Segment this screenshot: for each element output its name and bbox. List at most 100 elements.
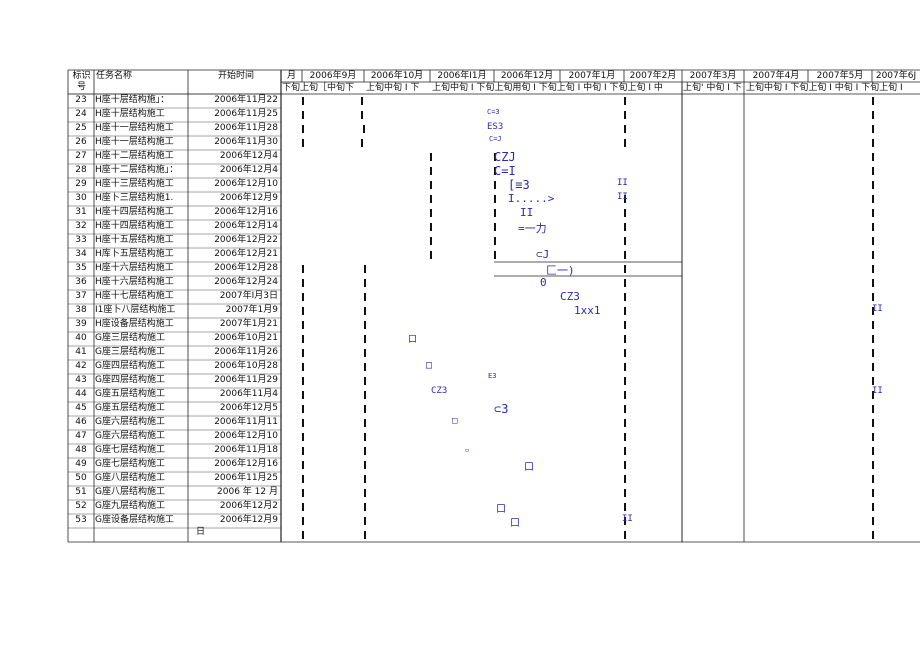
timeline-tick (872, 405, 874, 413)
task-id: 39 (75, 319, 87, 329)
month-header: 2007年4月 (752, 71, 800, 81)
task-id: 50 (75, 473, 87, 483)
gantt-bar-mark: E3 (488, 372, 497, 380)
timeline-tick (872, 363, 874, 371)
month-header: 2007年1月 (568, 71, 616, 81)
task-id: 52 (75, 501, 87, 511)
timeline-tick (302, 391, 304, 399)
task-name: H座十二层结构施」： (95, 165, 179, 175)
task-start: 2006年12月24 (214, 277, 278, 287)
task-start: 2006年12月10 (214, 431, 278, 441)
subheader-label: 上旬中旬 I 下旬上旬 I 中旬 I 下旬上旬 I (746, 83, 903, 93)
gantt-bar-mark: 口 (496, 504, 506, 515)
task-name: G座八层结构施工 (95, 487, 165, 497)
timeline-tick (302, 363, 304, 371)
timeline-tick (494, 223, 496, 231)
task-start: 2006年11月28 (214, 123, 278, 133)
timeline-tick (624, 265, 626, 273)
timeline-tick (364, 433, 366, 441)
task-start: 2006年11月11 (214, 417, 278, 427)
task-start: 2006年12月4 (219, 151, 278, 161)
task-name: H座十层结构施工 (95, 109, 165, 119)
timeline-tick (624, 405, 626, 413)
subheader-label: 上旬中旬 I 下旬上旬用旬 I 下旬上旬 I 中旬 I 下旬上旬 I 中 (432, 83, 663, 93)
timeline-tick (624, 363, 626, 371)
task-start: 2006年12月28 (214, 263, 278, 273)
gantt-bar-mark: 口 (510, 518, 520, 529)
gantt-bar-mark: 匚一) (546, 264, 575, 277)
task-id: 48 (75, 445, 87, 455)
task-id: 36 (75, 277, 87, 287)
gantt-bar-mark: 0 (540, 276, 547, 289)
task-name: G座九层结构施工 (95, 501, 165, 511)
timeline-tick (624, 251, 626, 259)
task-start: 2006年11月4 (219, 389, 278, 399)
timeline-tick (624, 139, 626, 147)
task-name: H座十六层结构施工 (95, 263, 174, 273)
gantt-bar-mark: I.....> (508, 192, 555, 205)
gantt-bar-mark: II (622, 514, 633, 524)
task-start: 2007年1月9 (225, 305, 278, 315)
task-id: 27 (75, 151, 87, 161)
timeline-tick (430, 181, 432, 189)
timeline-tick (872, 419, 874, 427)
task-name: I1座卜八层结构施工 (95, 305, 176, 315)
timeline-tick (302, 377, 304, 385)
timeline-tick (364, 503, 366, 511)
task-id: 49 (75, 459, 87, 469)
timeline-tick (364, 321, 366, 329)
timeline-tick (364, 279, 366, 287)
timeline-tick (872, 503, 874, 511)
timeline-tick (872, 293, 874, 301)
timeline-tick (364, 419, 366, 427)
timeline-tick (624, 503, 626, 511)
gantt-bar-mark: ⊂J (536, 248, 550, 261)
timeline-tick (872, 265, 874, 273)
timeline-tick (302, 503, 304, 511)
task-start: 2006年12月10 (214, 179, 278, 189)
timeline-tick (302, 349, 304, 357)
task-start: 2006年11月25 (214, 109, 278, 119)
timeline-tick (302, 125, 304, 133)
timeline-tick (302, 461, 304, 469)
timeline-tick (430, 251, 432, 259)
timeline-tick (872, 97, 874, 105)
timeline-tick (494, 251, 496, 259)
task-name: G座四层结构施工 (95, 375, 165, 385)
timeline-tick (364, 349, 366, 357)
gantt-bar-mark: CZ3 (431, 386, 448, 396)
task-start: 2006年11月22 (214, 95, 278, 105)
task-start: 2006年11月25 (214, 473, 278, 483)
gantt-bar-mark: C=J (489, 135, 502, 143)
timeline-tick (624, 461, 626, 469)
gantt-bar-mark: II (872, 386, 883, 396)
task-start: 2006年12月16 (214, 207, 278, 217)
timeline-tick (872, 279, 874, 287)
task-id: 32 (75, 221, 87, 231)
trailing-char: 日 (196, 527, 206, 537)
task-name: G座六层结构施工 (95, 417, 165, 427)
timeline-tick (361, 111, 363, 119)
task-id: 38 (75, 305, 87, 315)
timeline-tick (872, 517, 874, 525)
task-id: 45 (75, 403, 87, 413)
timeline-tick (364, 475, 366, 483)
task-start: 2006年12月9 (219, 193, 278, 203)
task-start: 2007年1月21 (219, 319, 278, 329)
timeline-tick (624, 111, 626, 119)
timeline-tick (872, 349, 874, 357)
task-start: 2006年12月16 (214, 459, 278, 469)
task-name: H座十一层结构施工 (95, 123, 174, 133)
task-id: 47 (75, 431, 87, 441)
timeline-tick (872, 125, 874, 133)
timeline-tick (872, 195, 874, 203)
task-id: 42 (75, 361, 87, 371)
timeline-tick (494, 209, 496, 217)
gantt-bar-mark: 口 (408, 335, 418, 345)
timeline-tick (872, 447, 874, 455)
timeline-tick (872, 139, 874, 147)
timeline-tick (624, 391, 626, 399)
task-name: H座设备层结构施工 (95, 319, 174, 329)
task-name: H座十一层结构施工 (95, 137, 174, 147)
timeline-tick (872, 209, 874, 217)
